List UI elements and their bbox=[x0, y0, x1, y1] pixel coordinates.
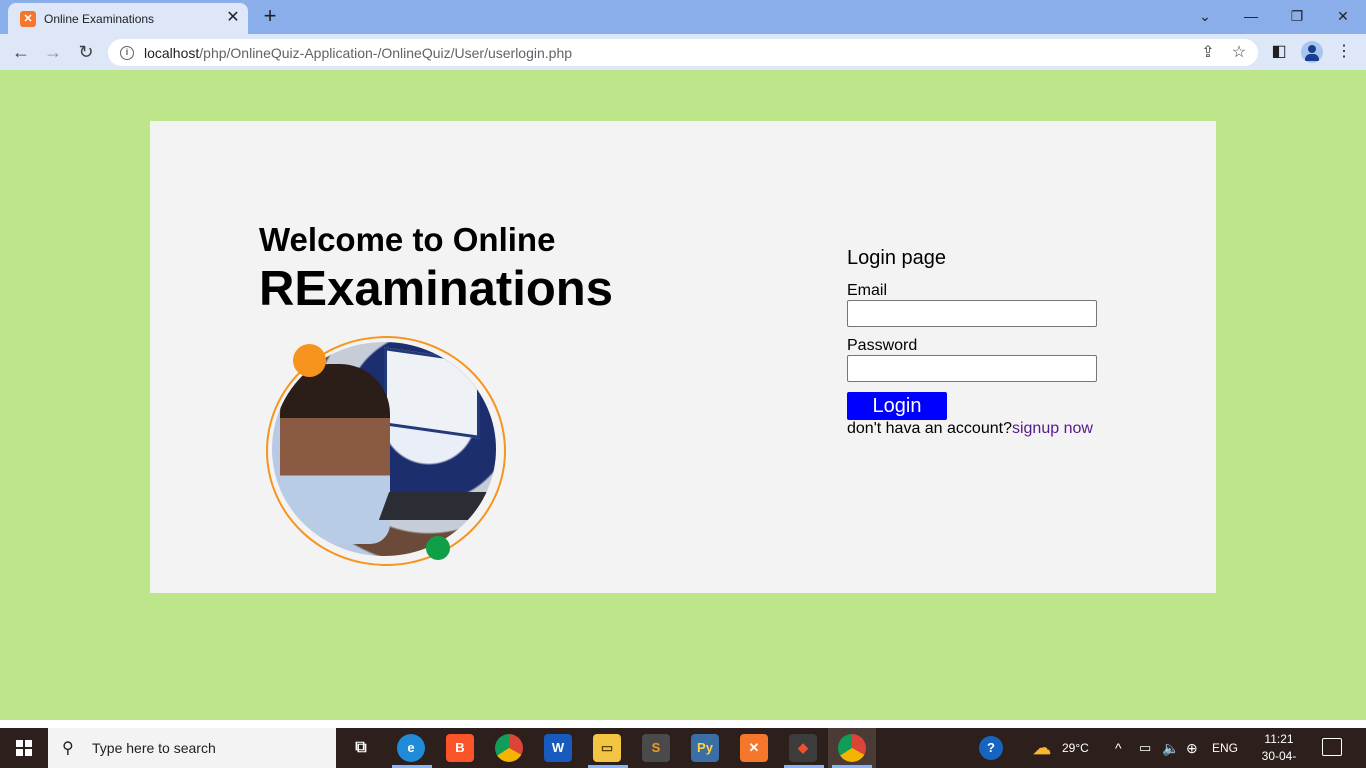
chrome-icon[interactable] bbox=[495, 734, 523, 762]
taskbar-gap bbox=[0, 720, 1366, 728]
word-icon[interactable]: W bbox=[544, 734, 572, 762]
edge-icon[interactable]: e bbox=[397, 734, 425, 762]
share-icon[interactable]: ⇪ bbox=[1198, 43, 1218, 63]
login-form: Login page Email Password Login don't ha… bbox=[847, 246, 1107, 438]
forward-arrow-icon[interactable]: → bbox=[41, 40, 65, 64]
clock-time: 11:21 bbox=[1264, 732, 1294, 746]
search-icon: ⚲ bbox=[62, 740, 74, 757]
login-button[interactable]: Login bbox=[847, 392, 947, 420]
hero-image bbox=[264, 334, 510, 570]
site-title: RExaminations bbox=[259, 262, 613, 316]
keyboard bbox=[378, 492, 490, 520]
windows-start-icon[interactable] bbox=[0, 728, 48, 768]
menu-kebab-icon[interactable]: ⋮ bbox=[1332, 40, 1356, 64]
login-title: Login page bbox=[847, 247, 946, 269]
orange-dot-decoration bbox=[293, 344, 326, 377]
sublime-text-icon[interactable]: S bbox=[642, 734, 670, 762]
volume-icon[interactable]: 🔈 bbox=[1162, 728, 1179, 768]
chrome-profile-icon[interactable] bbox=[838, 734, 866, 762]
tab-search-icon[interactable]: ⌄ bbox=[1182, 4, 1228, 28]
browser-tab-bar: ✕ Online Examinations ✕ + ⌄ — ❐ ✕ bbox=[0, 0, 1366, 34]
tray-chevron-icon[interactable]: ^ bbox=[1115, 728, 1122, 768]
task-view-icon[interactable]: ⧉ bbox=[347, 734, 375, 762]
battery-icon[interactable]: ▭ bbox=[1139, 728, 1151, 768]
profile-avatar-icon[interactable] bbox=[1301, 41, 1323, 63]
search-placeholder: Type here to search bbox=[92, 740, 216, 756]
signup-link[interactable]: signup now bbox=[1012, 420, 1093, 437]
restore-button[interactable]: ❐ bbox=[1274, 4, 1320, 28]
python-icon[interactable]: Py bbox=[691, 734, 719, 762]
side-panel-icon[interactable]: ◧ bbox=[1267, 40, 1291, 64]
taskbar-search-box[interactable]: ⚲ Type here to search bbox=[48, 728, 336, 768]
xampp-favicon-icon: ✕ bbox=[20, 10, 36, 27]
clock-date: 30-04-2023 bbox=[1261, 749, 1297, 768]
signup-prompt: don't hava an account?signup now bbox=[847, 420, 1107, 438]
signup-prompt-text: don't hava an account? bbox=[847, 420, 1012, 437]
brave-icon[interactable]: B bbox=[446, 734, 474, 762]
notification-icon[interactable] bbox=[1322, 738, 1342, 756]
email-label: Email bbox=[847, 282, 888, 299]
url-path: /php/OnlineQuiz-Application-/OnlineQuiz/… bbox=[199, 44, 573, 61]
url-text[interactable]: localhost/php/OnlineQuiz-Application-/On… bbox=[144, 45, 572, 61]
minimize-button[interactable]: — bbox=[1228, 4, 1274, 28]
bookmark-star-icon[interactable]: ☆ bbox=[1229, 43, 1249, 63]
main-card: Welcome to Online RExaminations Login pa… bbox=[150, 121, 1216, 593]
reload-icon[interactable]: ↻ bbox=[74, 40, 98, 64]
system-clock[interactable]: 11:21 30-04-2023 bbox=[1250, 731, 1308, 768]
browser-tab[interactable]: ✕ Online Examinations ✕ bbox=[8, 3, 248, 34]
git-icon[interactable]: ◆ bbox=[789, 734, 817, 762]
back-arrow-icon[interactable]: ← bbox=[9, 40, 33, 64]
tab-title: Online Examinations bbox=[44, 11, 155, 26]
password-label: Password bbox=[847, 337, 918, 354]
student-figure bbox=[280, 364, 390, 544]
xampp-icon[interactable]: ✕ bbox=[740, 734, 768, 762]
address-bar[interactable]: i localhost/php/OnlineQuiz-Application-/… bbox=[108, 39, 1258, 66]
weather-icon[interactable]: ☁ bbox=[1028, 734, 1056, 762]
network-globe-icon[interactable]: ⊕ bbox=[1186, 728, 1198, 768]
close-window-button[interactable]: ✕ bbox=[1320, 4, 1366, 28]
language-indicator[interactable]: ENG bbox=[1212, 728, 1238, 768]
green-dot-decoration bbox=[426, 536, 450, 560]
tab-close-icon[interactable]: ✕ bbox=[224, 9, 242, 27]
password-field[interactable] bbox=[847, 355, 1097, 382]
monitor-screen bbox=[384, 347, 480, 439]
windows-taskbar: ⚲ Type here to search ⧉ e B W ▭ S Py ✕ ◆… bbox=[0, 728, 1366, 768]
weather-temperature[interactable]: 29°C bbox=[1062, 728, 1089, 768]
url-host: localhost bbox=[144, 44, 200, 61]
new-tab-button[interactable]: + bbox=[258, 5, 282, 29]
email-field[interactable] bbox=[847, 300, 1097, 327]
help-icon[interactable]: ? bbox=[979, 736, 1003, 760]
browser-toolbar: ← → ↻ i localhost/php/OnlineQuiz-Applica… bbox=[0, 34, 1366, 70]
site-info-icon[interactable]: i bbox=[120, 45, 134, 60]
file-explorer-icon[interactable]: ▭ bbox=[593, 734, 621, 762]
welcome-heading: Welcome to Online bbox=[259, 221, 556, 258]
